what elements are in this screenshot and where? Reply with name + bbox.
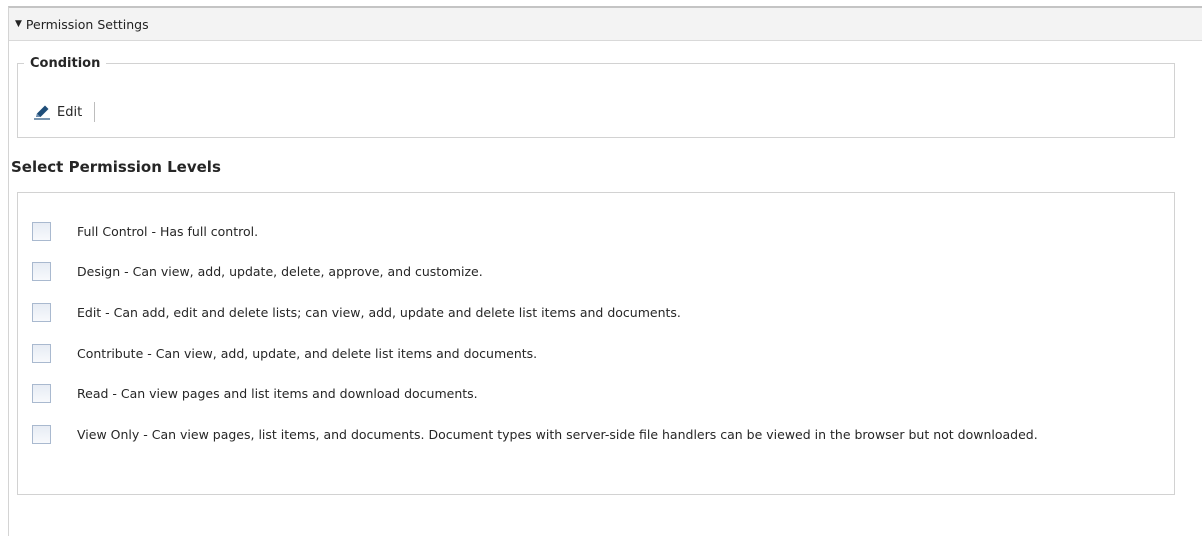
toolbar-divider bbox=[94, 102, 96, 122]
edit-checkbox[interactable] bbox=[32, 302, 51, 322]
permission-level-design: Design - Can view, add, update, delete, … bbox=[18, 257, 1168, 287]
pencil-icon bbox=[34, 105, 50, 120]
permission-level-label: Design - Can view, add, update, delete, … bbox=[77, 264, 483, 279]
permission-level-read: Read - Can view pages and list items and… bbox=[18, 379, 1168, 409]
permission-levels-list: Full Control - Has full control. Design … bbox=[17, 192, 1175, 495]
permission-level-label: Contribute - Can view, add, update, and … bbox=[77, 346, 538, 361]
select-permission-levels-heading: Select Permission Levels bbox=[11, 158, 221, 176]
view-only-checkbox[interactable] bbox=[32, 424, 51, 444]
read-checkbox[interactable] bbox=[32, 383, 51, 403]
permission-level-view-only: View Only - Can view pages, list items, … bbox=[18, 420, 1164, 450]
edit-condition-button[interactable]: Edit bbox=[33, 104, 82, 120]
caret-down-icon[interactable]: ▼ bbox=[15, 19, 22, 29]
condition-toolbar: Edit bbox=[33, 101, 96, 123]
permission-level-label: View Only - Can view pages, list items, … bbox=[77, 427, 1038, 442]
edit-label: Edit bbox=[57, 104, 83, 120]
permission-level-edit: Edit - Can add, edit and delete lists; c… bbox=[18, 298, 1168, 328]
contribute-checkbox[interactable] bbox=[32, 343, 51, 363]
permission-settings-header[interactable]: ▼ Permission Settings bbox=[9, 8, 1202, 41]
permission-level-contribute: Contribute - Can view, add, update, and … bbox=[18, 339, 1168, 369]
full-control-checkbox[interactable] bbox=[32, 221, 51, 241]
condition-group: Condition Edit bbox=[17, 56, 1175, 138]
permission-level-label: Read - Can view pages and list items and… bbox=[77, 386, 478, 401]
design-checkbox[interactable] bbox=[32, 261, 51, 281]
permission-level-label: Edit - Can add, edit and delete lists; c… bbox=[77, 305, 681, 320]
permission-level-label: Full Control - Has full control. bbox=[77, 224, 259, 239]
condition-legend: Condition bbox=[30, 56, 101, 71]
panel-title: Permission Settings bbox=[25, 16, 149, 32]
permission-level-full-control: Full Control - Has full control. bbox=[18, 217, 1168, 247]
